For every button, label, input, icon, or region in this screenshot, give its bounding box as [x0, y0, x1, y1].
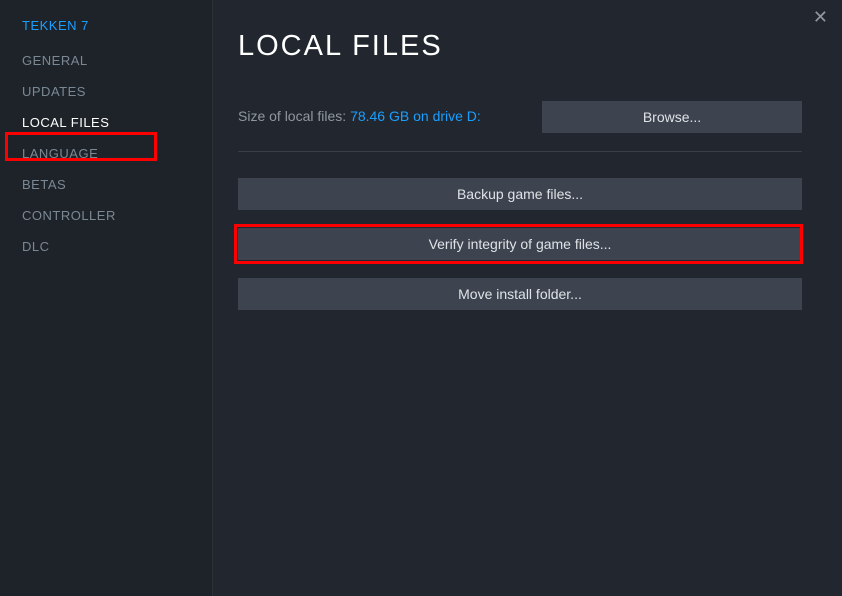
game-title: TEKKEN 7	[0, 18, 212, 45]
close-button[interactable]: ✕	[813, 8, 828, 26]
size-row: Size of local files: 78.46 GB on drive D…	[238, 101, 802, 133]
browse-button[interactable]: Browse...	[542, 101, 802, 133]
sidebar-item-controller[interactable]: CONTROLLER	[0, 200, 212, 231]
move-folder-button[interactable]: Move install folder...	[238, 278, 802, 310]
close-icon: ✕	[813, 7, 828, 27]
sidebar-item-general[interactable]: GENERAL	[0, 45, 212, 76]
sidebar-item-betas[interactable]: BETAS	[0, 169, 212, 200]
verify-button[interactable]: Verify integrity of game files...	[238, 228, 802, 260]
sidebar-item-local-files[interactable]: LOCAL FILES	[0, 107, 212, 138]
size-value: 78.46 GB on drive D:	[350, 108, 481, 124]
size-text-wrap: Size of local files: 78.46 GB on drive D…	[238, 108, 481, 126]
sidebar-item-language[interactable]: LANGUAGE	[0, 138, 212, 169]
size-label: Size of local files:	[238, 108, 350, 124]
sidebar-item-updates[interactable]: UPDATES	[0, 76, 212, 107]
sidebar: TEKKEN 7 GENERAL UPDATES LOCAL FILES LAN…	[0, 0, 213, 596]
sidebar-item-dlc[interactable]: DLC	[0, 231, 212, 262]
backup-button[interactable]: Backup game files...	[238, 178, 802, 210]
content-panel: ✕ LOCAL FILES Size of local files: 78.46…	[213, 0, 842, 596]
page-title: LOCAL FILES	[238, 30, 802, 63]
divider	[238, 151, 802, 152]
